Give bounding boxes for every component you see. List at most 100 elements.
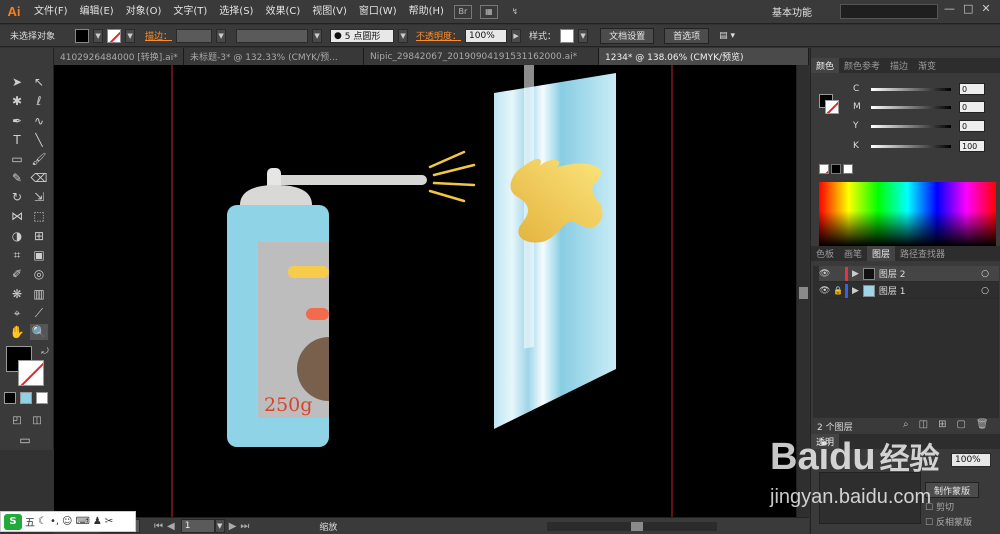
channel-c-slider[interactable] (871, 87, 951, 91)
rotate-tool-icon[interactable]: ↻ (8, 189, 26, 205)
variable-width-arrow[interactable]: ▼ (312, 28, 323, 43)
canvas-vertical-scrollbar[interactable] (796, 65, 809, 517)
scroll-thumb[interactable] (799, 287, 808, 299)
width-tool-icon[interactable]: ⋈ (8, 208, 26, 224)
channel-k-slider[interactable] (871, 144, 951, 148)
tab-stroke[interactable]: 描边 (885, 58, 913, 73)
locate-object-icon[interactable]: ⌕ (903, 419, 909, 430)
draw-mode-icon[interactable]: ◰ (8, 412, 26, 428)
tab-pathfinder[interactable]: 路径查找器 (895, 246, 950, 261)
new-layer-icon[interactable]: ▢ (956, 419, 965, 430)
layer-name[interactable]: 图层 2 (879, 267, 906, 280)
gradient-tool-icon[interactable]: ▣ (30, 247, 48, 263)
arrange-documents-icon[interactable]: ▦ (479, 4, 498, 19)
symbol-sprayer-tool-icon[interactable]: ❋ (8, 286, 26, 302)
eyedropper-tool-icon[interactable]: ✐ (8, 266, 26, 282)
channel-c-input[interactable]: 0 (959, 83, 985, 95)
channel-m-input[interactable]: 0 (959, 101, 985, 113)
direct-selection-tool-icon[interactable]: ↖ (30, 74, 48, 90)
stroke-weight-input[interactable] (176, 28, 213, 43)
minimize-icon[interactable]: — (944, 2, 955, 15)
delete-layer-icon[interactable]: 🗑 (976, 419, 989, 430)
opacity-label[interactable]: 不透明度： (416, 29, 461, 42)
slice-tool-icon[interactable]: ⟋ (30, 305, 48, 321)
fill-dropdown[interactable]: ▼ (93, 28, 104, 43)
tab-doc-1[interactable]: 4102926484000 [转换].ai* (54, 48, 184, 65)
tab-color[interactable]: 颜色 (811, 58, 840, 73)
lock-icon[interactable]: 🔒 (833, 286, 843, 295)
artboard-canvas[interactable]: 250g (54, 65, 796, 517)
gpu-icon[interactable]: ↯ (506, 5, 524, 19)
stroke-weight-dropdown[interactable]: ▼ (216, 28, 227, 43)
brush-dropdown[interactable]: ● 5 点圆形 (330, 28, 395, 43)
none-swatch[interactable] (819, 164, 829, 174)
magic-wand-tool-icon[interactable]: ✱ (8, 93, 26, 109)
canvas-horizontal-scrollbar[interactable] (547, 521, 718, 531)
style-swatch[interactable] (560, 28, 575, 43)
pen-tool-icon[interactable]: ✒ (8, 113, 26, 129)
next-artboard-icon[interactable]: ▶ (229, 521, 237, 532)
artboard-tool-icon[interactable]: ⌖ (8, 305, 26, 321)
rectangle-tool-icon[interactable]: ▭ (8, 151, 26, 167)
channel-k-input[interactable]: 100 (959, 140, 985, 152)
line-tool-icon[interactable]: ╲ (30, 132, 48, 148)
invert-mask-checkbox[interactable]: ☐ 反相蒙版 (925, 515, 972, 528)
tab-doc-active[interactable]: 1234* @ 138.06% (CMYK/预览) (599, 48, 809, 65)
new-sublayer-icon[interactable]: ⊞ (938, 419, 946, 430)
white-swatch[interactable] (843, 164, 853, 174)
tab-layers[interactable]: 图层 (867, 246, 896, 261)
menu-effect[interactable]: 效果(C) (259, 0, 306, 24)
style-dropdown[interactable]: ▼ (578, 28, 589, 43)
fill-swatch[interactable] (75, 28, 90, 43)
arrange-icon[interactable]: ▤ ▾ (719, 31, 735, 41)
column-graph-tool-icon[interactable]: ▥ (30, 286, 48, 302)
opacity-arrow[interactable]: ▶ (511, 28, 522, 43)
help-search-input[interactable] (840, 4, 938, 19)
menu-view[interactable]: 视图(V) (306, 0, 353, 24)
visibility-eye-icon[interactable]: 👁 (819, 286, 833, 296)
expand-arrow-icon[interactable]: ▶ (852, 286, 859, 296)
spray-nozzle-tube[interactable] (269, 175, 427, 185)
layer-name[interactable]: 图层 1 (879, 284, 906, 297)
lasso-tool-icon[interactable]: ℓ (30, 93, 48, 109)
channel-y-slider[interactable] (871, 124, 951, 128)
punctuation-icon[interactable]: •, (50, 516, 59, 527)
perspective-grid-tool-icon[interactable]: ⊞ (30, 228, 48, 244)
close-icon[interactable]: ✕ (981, 2, 990, 15)
type-tool-icon[interactable]: T (8, 132, 26, 148)
zoom-tool-icon[interactable]: 🔍 (30, 324, 48, 340)
target-circle-icon[interactable]: ○ (981, 286, 989, 296)
menu-select[interactable]: 选择(S) (213, 0, 259, 24)
layer-row-1[interactable]: 👁 🔒 ▶ 图层 1 ○ (819, 283, 999, 299)
transparency-opacity-input[interactable]: 100% (951, 453, 991, 467)
artboard-number-input[interactable]: 1 (180, 519, 215, 533)
tools-icon[interactable]: ✂ (105, 516, 113, 527)
document-setup-button[interactable]: 文档设置 (600, 27, 655, 44)
swap-fill-stroke-icon[interactable]: ⤾ (36, 344, 54, 360)
tab-swatches[interactable]: 色板 (811, 246, 839, 261)
workspace-switcher[interactable]: 基本功能 (772, 4, 812, 19)
opacity-input[interactable]: 100% (465, 28, 508, 43)
prev-artboard-icon[interactable]: ◀ (167, 521, 175, 532)
clipping-mask-icon[interactable]: ◫ (919, 419, 928, 430)
scale-tool-icon[interactable]: ⇲ (30, 189, 48, 205)
color-mode-icon[interactable] (4, 392, 16, 404)
stroke-label[interactable]: 描边： (145, 29, 172, 42)
menu-object[interactable]: 对象(O) (120, 0, 168, 24)
menu-file[interactable]: 文件(F) (28, 0, 74, 24)
channel-m-slider[interactable] (871, 105, 951, 109)
tab-doc-3[interactable]: Nipic_29842067_20190904191531162000.ai* (364, 48, 599, 65)
glass-pane[interactable] (494, 73, 616, 429)
keyboard-icon[interactable]: ⌨ (75, 516, 89, 527)
artboard-dropdown[interactable]: ▼ (214, 519, 225, 533)
menu-window[interactable]: 窗口(W) (353, 0, 403, 24)
paintbrush-tool-icon[interactable]: 🖌 (30, 151, 48, 167)
preferences-button[interactable]: 首选项 (664, 27, 710, 44)
variable-width-dropdown[interactable] (236, 28, 309, 43)
stroke-dropdown[interactable]: ▼ (125, 28, 136, 43)
layer-row-2[interactable]: 👁 ▶ 图层 2 ○ (819, 266, 999, 282)
tab-color-guide[interactable]: 颜色参考 (839, 58, 885, 73)
stroke-color-box[interactable] (18, 360, 44, 386)
skin-icon[interactable]: ♟ (93, 516, 102, 527)
menu-help[interactable]: 帮助(H) (403, 0, 450, 24)
